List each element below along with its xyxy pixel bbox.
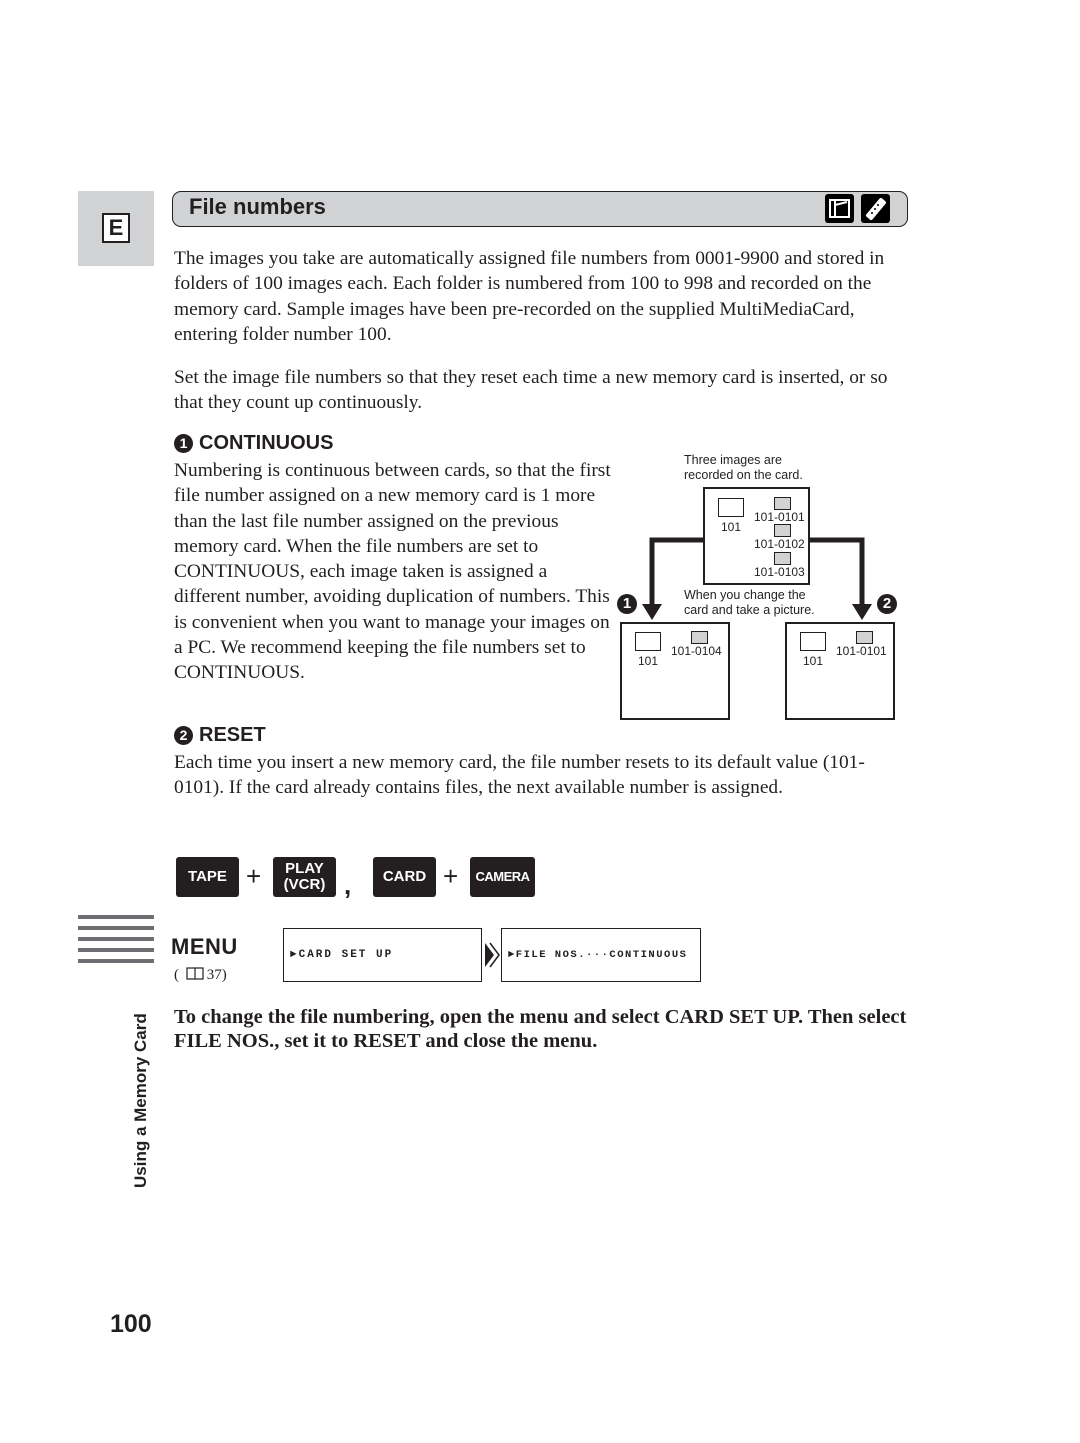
language-tab-label: E — [102, 213, 130, 243]
number-2-badge: 2 — [174, 726, 193, 745]
separator-comma: , — [344, 870, 352, 900]
chapter-side-label: Using a Memory Card — [131, 1013, 150, 1188]
decor-bar — [78, 959, 154, 963]
image-icon — [774, 524, 791, 537]
folder-icon — [635, 632, 661, 651]
card-key: CARD — [373, 857, 436, 897]
menu-label: MENU — [171, 934, 238, 959]
image-icon — [691, 631, 708, 644]
file-label: 101-0101 — [836, 644, 887, 658]
file-label: 101-0103 — [754, 565, 805, 579]
file-label: 101-0104 — [671, 644, 722, 658]
image-icon — [774, 497, 791, 510]
remote-control-icon — [861, 194, 890, 223]
file-label: 101-0102 — [754, 537, 805, 551]
plus-sign: + — [246, 861, 262, 891]
caption-line: card and take a picture. — [684, 603, 815, 617]
marker-1: 1 — [617, 594, 637, 614]
menu-screen-file-nos: ►FILE NOS.···CONTINUOUS — [501, 928, 701, 982]
reset-heading: 2 RESET — [174, 724, 266, 747]
tape-key: TAPE — [176, 857, 239, 897]
ref-page-number: 37) — [206, 967, 227, 983]
folder-icon — [800, 632, 826, 651]
section-title: File numbers — [189, 194, 326, 219]
folder-label: 101 — [721, 520, 742, 534]
reset-description: Each time you insert a new memory card, … — [174, 752, 865, 799]
folder-label: 101 — [638, 654, 659, 668]
decor-bar — [78, 926, 154, 930]
marker-2: 2 — [877, 594, 897, 614]
camera-key: CAMERA — [470, 857, 535, 897]
play-key-line: PLAY — [285, 860, 324, 877]
book-icon — [186, 967, 204, 980]
card-camera-icon — [825, 194, 854, 223]
decor-bar — [78, 937, 154, 941]
menu-screen-card-setup: ►CARD SET UP — [283, 928, 482, 982]
decor-bar — [78, 915, 154, 919]
continuous-description: Numbering is continuous between cards, s… — [174, 460, 611, 684]
image-icon — [774, 552, 791, 565]
next-arrow-icon — [485, 942, 500, 968]
diagram-mid-caption: When you change the card and take a pict… — [684, 588, 815, 618]
caption-line: Three images are — [684, 453, 782, 467]
diagram-top-caption: Three images are recorded on the card. — [684, 453, 803, 483]
intro-paragraph-2: Set the image file numbers so that they … — [174, 367, 888, 414]
folder-label: 101 — [803, 654, 824, 668]
number-1-badge: 1 — [174, 434, 193, 453]
continuous-heading: 1 CONTINUOUS — [174, 432, 333, 455]
ref-paren: ( — [174, 967, 179, 983]
continuous-heading-label: CONTINUOUS — [199, 432, 334, 454]
instruction-text: To change the file numbering, open the m… — [174, 1006, 907, 1052]
decor-bar — [78, 948, 154, 952]
intro-paragraph: The images you take are automatically as… — [174, 248, 885, 345]
image-icon — [856, 631, 873, 644]
folder-icon — [718, 498, 744, 517]
plus-sign: + — [443, 861, 459, 891]
reset-heading-label: RESET — [199, 724, 266, 746]
caption-line: When you change the — [684, 588, 806, 602]
page-number: 100 — [110, 1310, 152, 1338]
play-key-line: (VCR) — [283, 876, 326, 893]
page-reference: ( 37) — [174, 967, 227, 984]
file-label: 101-0101 — [754, 510, 805, 524]
play-vcr-key: PLAY (VCR) — [273, 857, 336, 897]
